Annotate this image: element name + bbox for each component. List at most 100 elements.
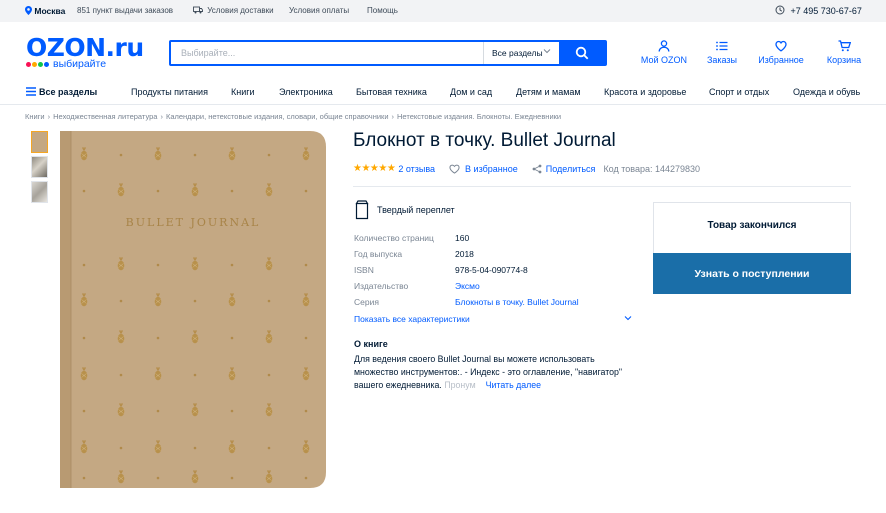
rating-stars-icon: ★★★★★ xyxy=(353,163,396,174)
breadcrumb-item[interactable]: Нетекстовые издания. Блокноты. Ежедневни… xyxy=(397,112,561,121)
product-meta-row: ★★★★★ 2 отзыва В избранное Поделиться Ко… xyxy=(353,163,700,174)
cover-title: BULLET JOURNAL xyxy=(126,216,261,229)
search-icon xyxy=(575,46,589,60)
gallery-thumb[interactable] xyxy=(31,131,48,153)
menu-icon xyxy=(26,87,36,96)
ozon-logo[interactable]: OZON.ru выбирайте xyxy=(26,33,156,71)
chevron-down-icon xyxy=(624,316,632,321)
cart-button[interactable]: Корзина xyxy=(822,40,866,65)
nav-item-electronics[interactable]: Электроника xyxy=(279,87,333,97)
nav-all-sections[interactable]: Все разделы xyxy=(26,87,97,97)
nav-item-kids[interactable]: Детям и мамам xyxy=(516,87,581,97)
orders-button[interactable]: Заказы xyxy=(702,40,742,65)
search-input[interactable] xyxy=(171,42,483,64)
spec-key: Год выпуска xyxy=(354,249,403,259)
about-line: вашего ежедневника. xyxy=(354,380,442,390)
breadcrumb: Книги › Неходжественная литература › Календа… xyxy=(25,112,561,121)
add-to-favorites-link[interactable]: В избранное xyxy=(465,164,518,174)
series-link[interactable]: Блокноты в точку. Bullet Journal xyxy=(455,297,579,307)
gallery-thumb[interactable] xyxy=(31,181,48,203)
spec-value: 978-5-04-090774-8 xyxy=(455,265,528,275)
location-pin-icon xyxy=(25,6,32,15)
cart-label: Корзина xyxy=(826,55,862,65)
search-button[interactable] xyxy=(559,42,605,64)
notify-on-arrival-button[interactable]: Узнать о поступлении xyxy=(653,253,851,294)
cart-icon xyxy=(838,40,851,52)
category-nav: Все разделы Продукты питания Книги Элект… xyxy=(0,83,886,105)
nav-item-food[interactable]: Продукты питания xyxy=(131,87,208,97)
nav-item-appliances[interactable]: Бытовая техника xyxy=(356,87,427,97)
delivery-terms-label: Условия доставки xyxy=(207,6,274,15)
phone-link[interactable]: +7 495 730-67-67 xyxy=(775,5,862,16)
breadcrumb-separator: › xyxy=(391,112,395,121)
top-bar: Москва 851 пункт выдачи заказов Условия … xyxy=(0,0,886,22)
breadcrumb-item[interactable]: Неходжественная литература xyxy=(53,112,157,121)
logo-dots-icon xyxy=(26,58,50,70)
city-label: Москва xyxy=(34,6,66,16)
product-image[interactable]: BULLET JOURNAL xyxy=(60,131,326,488)
truck-icon xyxy=(193,6,203,14)
my-ozon-label: Мой OZON xyxy=(640,55,688,65)
clock-phone-icon xyxy=(775,5,785,15)
divider xyxy=(353,186,851,187)
pickup-points-link[interactable]: 851 пункт выдачи заказов xyxy=(77,6,173,15)
about-heading: О книге xyxy=(354,339,388,349)
show-all-specs-link[interactable]: Показать все характеристики xyxy=(354,314,632,324)
about-line: Для ведения своего Bullet Journal вы мож… xyxy=(354,354,595,364)
delivery-terms-link[interactable]: Условия доставки xyxy=(193,6,274,15)
spec-key: ISBN xyxy=(354,265,374,275)
logo-tagline: выбирайте xyxy=(26,58,106,70)
book-cover-icon xyxy=(355,200,369,220)
nav-item-clothes[interactable]: Одежда и обувь xyxy=(793,87,860,97)
breadcrumb-separator: › xyxy=(160,112,163,121)
out-of-stock-label: Товар закончился xyxy=(707,220,797,231)
about-line: множество инструментов:. - Индекс - это … xyxy=(354,367,623,377)
about-line-last: вашего ежедневника. Пронум Читать далее xyxy=(354,379,639,392)
publisher-link[interactable]: Эксмо xyxy=(455,281,480,291)
share-link[interactable]: Поделиться xyxy=(546,164,596,174)
search-category-select[interactable]: Все разделы xyxy=(483,42,559,64)
product-code: Код товара: 144279830 xyxy=(603,163,701,174)
orders-label: Заказы xyxy=(706,55,738,65)
spec-value: 2018 xyxy=(455,249,474,259)
logo-word: OZON.ru xyxy=(26,33,144,62)
favorites-label: Избранное xyxy=(758,55,804,65)
product-title: Блокнот в точку. Bullet Journal xyxy=(353,130,616,151)
read-more-link[interactable]: Читать далее xyxy=(486,380,541,390)
nav-item-home-garden[interactable]: Дом и сад xyxy=(450,87,492,97)
nav-item-books[interactable]: Книги xyxy=(231,87,255,97)
chevron-down-icon xyxy=(543,49,551,54)
spec-value: 160 xyxy=(455,233,470,243)
list-icon xyxy=(716,41,728,51)
binding-label: Твердый переплет xyxy=(377,205,455,215)
nav-item-sport[interactable]: Спорт и отдых xyxy=(709,87,769,97)
share-icon xyxy=(532,164,542,173)
heart-icon xyxy=(775,40,787,52)
about-fade-text: Пронум xyxy=(444,380,476,390)
payment-terms-link[interactable]: Условия оплаты xyxy=(289,6,349,15)
spec-key: Количество страниц xyxy=(354,233,434,243)
nav-all-label: Все разделы xyxy=(39,87,98,97)
breadcrumb-item[interactable]: Календари, нетекстовые издания, словари,… xyxy=(166,112,389,121)
spec-key: Серия xyxy=(354,297,379,307)
search-bar: Все разделы xyxy=(169,40,607,66)
gallery-thumb[interactable] xyxy=(31,156,48,178)
search-category-value: Все разделы xyxy=(492,48,543,58)
breadcrumb-separator: › xyxy=(47,112,51,121)
reviews-link[interactable]: 2 отзыва xyxy=(398,164,435,174)
show-all-specs-label: Показать все характеристики xyxy=(354,314,470,324)
user-icon xyxy=(658,40,670,52)
heart-icon xyxy=(449,164,460,174)
about-text: Для ведения своего Bullet Journal вы мож… xyxy=(354,353,639,392)
help-link[interactable]: Помощь xyxy=(367,6,398,15)
nav-item-beauty[interactable]: Красота и здоровье xyxy=(604,87,686,97)
logo-tag-text: выбирайте xyxy=(53,58,107,70)
binding-type: Твердый переплет xyxy=(355,200,455,220)
buy-box: Товар закончился Узнать о поступлении xyxy=(653,202,851,294)
favorites-button[interactable]: Избранное xyxy=(755,40,807,65)
spec-key: Издательство xyxy=(354,281,409,291)
breadcrumb-item[interactable]: Книги xyxy=(25,112,45,121)
city-selector[interactable]: Москва xyxy=(25,6,65,16)
phone-number: +7 495 730-67-67 xyxy=(790,6,862,16)
my-ozon-button[interactable]: Мой OZON xyxy=(640,40,688,65)
